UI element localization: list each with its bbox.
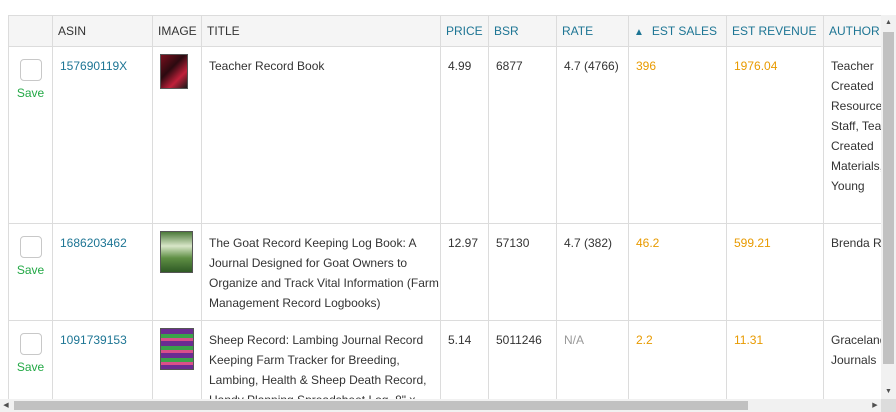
est-sales-cell: 2.2: [628, 320, 727, 399]
table-row: Save 157690119X Teacher Record Book 4.99…: [8, 46, 881, 224]
rate-cell: N/A: [556, 320, 629, 399]
results-table: ASIN IMAGE TITLE PRICE BSR RATE ▲ EST SAL…: [8, 15, 881, 399]
book-cover-image[interactable]: [160, 328, 194, 370]
header-price[interactable]: PRICE: [440, 15, 489, 47]
table-row: Save 1091739153 Sheep Record: Lambing Jo…: [8, 320, 881, 399]
select-cell: Save: [8, 46, 53, 224]
bsr-cell: 57130: [488, 223, 557, 321]
arrow-right-icon[interactable]: ▶: [869, 399, 881, 412]
header-asin[interactable]: ASIN: [52, 15, 153, 47]
arrow-up-icon[interactable]: ▲: [881, 15, 896, 30]
est-sales-value: 396: [636, 59, 657, 73]
asin-link[interactable]: 1686203462: [60, 236, 127, 250]
image-cell: [152, 223, 202, 321]
title-cell: Teacher Record Book: [201, 46, 441, 224]
est-sales-value: 2.2: [636, 333, 653, 347]
rate-value: N/A: [564, 333, 585, 347]
author-cell: Brenda Rees: [823, 223, 881, 321]
rate-cell: 4.7 (382): [556, 223, 629, 321]
select-checkbox[interactable]: [19, 333, 42, 355]
results-table-viewport: ASIN IMAGE TITLE PRICE BSR RATE ▲ EST SAL…: [8, 15, 881, 399]
book-cover-image[interactable]: [160, 231, 193, 273]
est-sales-cell: 46.2: [628, 223, 727, 321]
arrow-down-icon[interactable]: ▼: [881, 384, 896, 399]
est-revenue-value: 1976.04: [734, 59, 778, 73]
price-cell: 12.97: [440, 223, 489, 321]
book-cover-image[interactable]: [160, 54, 188, 89]
header-select: [8, 15, 53, 47]
header-author[interactable]: AUTHOR: [823, 15, 881, 47]
asin-cell: 1091739153: [52, 320, 153, 399]
header-title[interactable]: TITLE: [201, 15, 441, 47]
horizontal-scrollbar[interactable]: ◀ ▶: [0, 399, 881, 412]
title-cell: The Goat Record Keeping Log Book: A Jour…: [201, 223, 441, 321]
price-cell: 5.14: [440, 320, 489, 399]
est-revenue-cell: 11.31: [726, 320, 824, 399]
asin-cell: 157690119X: [52, 46, 153, 224]
bsr-cell: 5011246: [488, 320, 557, 399]
table-row: Save 1686203462 The Goat Record Keeping …: [8, 223, 881, 321]
image-cell: [152, 46, 202, 224]
bsr-cell: 6877: [488, 46, 557, 224]
author-cell: Graceland Journals: [823, 320, 881, 399]
header-rate[interactable]: RATE: [556, 15, 629, 47]
asin-link[interactable]: 157690119X: [60, 59, 127, 73]
est-revenue-value: 11.31: [734, 333, 764, 347]
table-header-row: ASIN IMAGE TITLE PRICE BSR RATE ▲ EST SAL…: [8, 15, 881, 47]
author-cell: Teacher Created Resources Staff, Teacher…: [823, 46, 881, 224]
est-revenue-cell: 1976.04: [726, 46, 824, 224]
price-cell: 4.99: [440, 46, 489, 224]
header-est-sales[interactable]: ▲ EST SALES: [628, 15, 727, 47]
save-link[interactable]: Save: [9, 262, 52, 278]
asin-cell: 1686203462: [52, 223, 153, 321]
sort-ascending-icon: ▲: [634, 27, 644, 38]
title-cell: Sheep Record: Lambing Journal Record Kee…: [201, 320, 441, 399]
vertical-scroll-thumb[interactable]: [883, 32, 894, 364]
select-checkbox[interactable]: [19, 59, 42, 81]
select-cell: Save: [8, 320, 53, 399]
header-image: IMAGE: [152, 15, 202, 47]
rate-cell: 4.7 (4766): [556, 46, 629, 224]
est-revenue-cell: 599.21: [726, 223, 824, 321]
header-bsr[interactable]: BSR: [488, 15, 557, 47]
save-link[interactable]: Save: [9, 359, 52, 375]
select-checkbox[interactable]: [19, 236, 42, 258]
arrow-left-icon[interactable]: ◀: [0, 399, 12, 412]
vertical-scrollbar[interactable]: ▲ ▼: [881, 15, 896, 399]
est-sales-cell: 396: [628, 46, 727, 224]
est-revenue-value: 599.21: [734, 236, 771, 250]
select-cell: Save: [8, 223, 53, 321]
horizontal-scroll-thumb[interactable]: [14, 401, 748, 410]
asin-link[interactable]: 1091739153: [60, 333, 127, 347]
scrollbar-corner: [881, 399, 896, 412]
image-cell: [152, 320, 202, 399]
header-est-revenue[interactable]: EST REVENUE: [726, 15, 824, 47]
save-link[interactable]: Save: [9, 85, 52, 101]
est-sales-value: 46.2: [636, 236, 660, 250]
